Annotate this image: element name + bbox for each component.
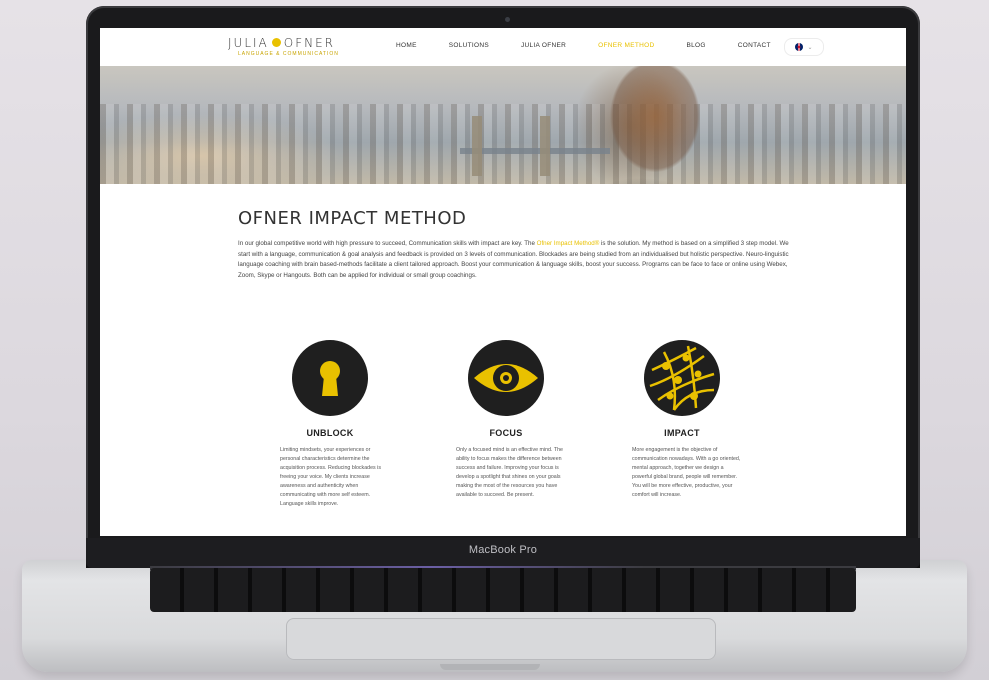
feature-unblock: UNBLOCK Limiting mindsets, your experien…	[270, 340, 390, 509]
lid-notch	[440, 664, 540, 670]
bridge-tower-left	[472, 116, 482, 176]
logo-right: OFNER	[283, 36, 336, 50]
person-silhouette	[560, 66, 750, 184]
nav-contact[interactable]: CONTACT	[738, 42, 771, 49]
site-header: JULIA OFNER LANGUAGE & COMMUNICATION HOME…	[100, 28, 906, 67]
network-globe-icon	[644, 340, 720, 416]
intro-text: In our global competitive world with hig…	[238, 239, 798, 281]
bridge-tower-right	[540, 116, 550, 176]
hero-banner	[100, 66, 906, 184]
feature-impact: IMPACT More engagement is the objective …	[622, 340, 742, 500]
trackpad	[286, 618, 716, 660]
site-logo[interactable]: JULIA OFNER LANGUAGE & COMMUNICATION	[228, 36, 339, 57]
eye-icon	[468, 340, 544, 416]
feature-text: Limiting mindsets, your experiences or p…	[280, 447, 381, 507]
language-selector[interactable]: ⌄	[784, 38, 824, 56]
city-skyline	[100, 104, 906, 184]
logo-tagline: LANGUAGE & COMMUNICATION	[238, 51, 339, 57]
feature-title: UNBLOCK	[306, 428, 354, 438]
feature-columns: UNBLOCK Limiting mindsets, your experien…	[240, 340, 800, 536]
chevron-down-icon: ⌄	[807, 44, 813, 51]
keyboard	[150, 568, 856, 612]
method-link[interactable]: Ofner Impact Method®	[537, 240, 600, 247]
nav-ofner-method[interactable]: OFNER METHOD	[598, 42, 654, 49]
feature-title: IMPACT	[664, 428, 700, 438]
nav-blog[interactable]: BLOG	[687, 42, 706, 49]
logo-dot-icon	[271, 38, 281, 47]
logo-left: JULIA	[228, 36, 269, 50]
feature-text: More engagement is the objective of comm…	[632, 447, 741, 498]
nav-home[interactable]: HOME	[396, 42, 417, 49]
intro-before: In our global competitive world with hig…	[238, 240, 537, 247]
nav-solutions[interactable]: SOLUTIONS	[449, 42, 489, 49]
main-content: OFNER IMPACT METHOD In our global compet…	[238, 188, 798, 281]
device-label: MacBook Pro	[468, 544, 538, 556]
logo-wordmark: JULIA OFNER	[228, 36, 339, 50]
feature-text: Only a focused mind is an effective mind…	[456, 447, 563, 498]
uk-flag-icon	[795, 43, 804, 51]
feature-focus: FOCUS Only a focused mind is an effectiv…	[446, 340, 566, 500]
main-nav: HOME SOLUTIONS JULIA OFNER OFNER METHOD …	[396, 42, 803, 49]
feature-title: FOCUS	[489, 428, 523, 438]
page-title: OFNER IMPACT METHOD	[238, 208, 467, 229]
laptop-chin: MacBook Pro	[86, 538, 920, 568]
screen: JULIA OFNER LANGUAGE & COMMUNICATION HOME…	[100, 28, 906, 536]
keyhole-icon	[292, 340, 368, 416]
nav-julia-ofner[interactable]: JULIA OFNER	[521, 42, 566, 49]
camera-icon	[505, 17, 510, 22]
